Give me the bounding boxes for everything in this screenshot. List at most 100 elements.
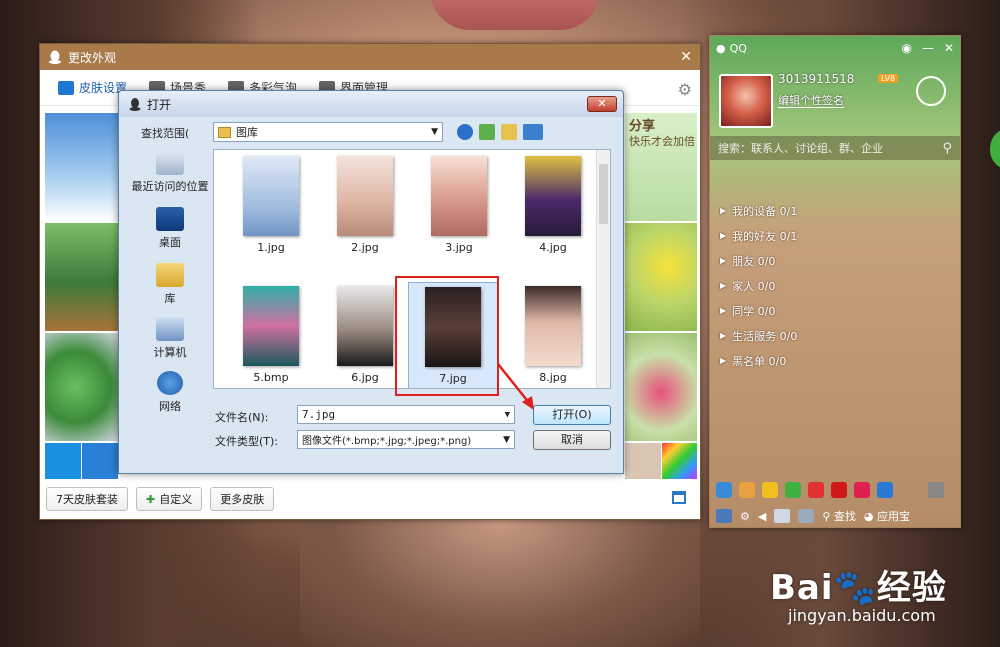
skin-icon[interactable]: ◉ [901,41,911,55]
more-skins-button[interactable]: 更多皮肤 [210,487,275,511]
signature[interactable]: 编辑个性签名 [778,92,844,108]
paw-icon: 🐾 [833,568,877,608]
dialog-title: 打开 [147,97,172,112]
window-mode-icon[interactable] [672,491,686,504]
weather-icon[interactable] [716,482,732,498]
open-file-dialog: 打开 ✕ 查找范围( 图库 ▼ 最近访问的位置 桌面 库 计算机 网络 1.jp… [118,90,624,474]
skin-color-rainbow[interactable] [662,443,697,479]
group-label: 我的设备 0/1 [732,204,798,218]
seven-day-skin-button[interactable]: 7天皮肤套装 [46,487,128,511]
qq-titlebar: ● QQ ◉ — ✕ [710,36,960,60]
scrollbar[interactable] [596,150,610,388]
close-button[interactable]: ✕ [587,96,617,112]
qq-penguin-icon: ● [716,41,726,55]
skin-color-blue-2[interactable] [82,443,118,479]
image-thumbnail [525,286,581,366]
up-folder-icon[interactable] [479,124,495,140]
places-bar: 最近访问的位置 桌面 库 计算机 网络 [127,149,213,461]
contact-group[interactable]: ▶ 我的好友 0/1 [710,223,960,248]
skin-thumbnail-flower-yellow[interactable] [625,223,697,331]
triangle-right-icon: ▶ [720,356,727,365]
app-store-button[interactable]: ◕ 应用宝 [864,508,910,524]
button-label: 更多皮肤 [220,493,265,506]
app-dock [716,482,944,498]
settings-icon[interactable]: ⚙ [740,510,750,523]
skin-thumbnail-flower-red[interactable] [625,333,697,441]
file-name: 8.jpg [539,371,567,384]
contact-group[interactable]: ▶ 同学 0/0 [710,298,960,323]
place-computer[interactable]: 计算机 [127,317,213,360]
jd-icon[interactable] [831,482,847,498]
search-icon[interactable]: ⚲ [942,141,952,156]
filename-input[interactable]: 7.jpg ▼ [297,405,515,424]
qq-title: QQ [729,41,747,55]
qq-penguin-icon [129,98,141,111]
look-in-dropdown[interactable]: 图库 ▼ [213,122,443,142]
folder-icon[interactable] [774,509,791,523]
contact-group[interactable]: ▶ 黑名单 0/0 [710,348,960,373]
new-folder-icon[interactable] [501,124,517,140]
contact-group[interactable]: ▶ 朋友 0/0 [710,248,960,273]
group-label: 我的好友 0/1 [732,229,798,243]
bottom-toolbar: ⚙ ◀ ⚲ 查找 ◕ 应用宝 [716,508,910,524]
skin-color-blue[interactable] [45,443,81,479]
folder-icon [218,126,231,138]
skin-color-beige[interactable] [625,443,661,479]
tab-skin-settings[interactable]: 皮肤设置 [58,79,127,96]
file-name: 3.jpg [445,241,473,254]
skin-thumbnail-sky[interactable] [45,113,121,221]
file-item[interactable]: 3.jpg [414,156,504,254]
skin-thumbnail-share[interactable]: 分享 快乐才会加倍 [625,113,697,221]
back-icon[interactable] [457,124,473,140]
gear-icon[interactable]: ⚙ [678,80,692,99]
view-menu-icon[interactable] [523,124,543,140]
contact-group[interactable]: ▶ 生活服务 0/0 [710,323,960,348]
lottery-icon[interactable] [854,482,870,498]
red-arrow-icon [497,363,534,410]
cancel-button[interactable]: 取消 [533,430,611,450]
triangle-right-icon: ▶ [720,281,727,290]
place-library[interactable]: 库 [127,263,213,306]
file-item[interactable]: 2.jpg [320,156,410,254]
skin-thumbnail-leaf[interactable] [45,333,121,441]
security-shield-icon[interactable] [877,482,893,498]
skin-thumbnail-park[interactable] [45,223,121,331]
close-icon[interactable]: ✕ [680,49,692,65]
find-button[interactable]: ⚲ 查找 [822,508,856,524]
avatar[interactable] [719,74,773,128]
open-button[interactable]: 打开(O) [533,405,611,425]
filetype-select[interactable]: 图像文件(*.bmp;*.jpg;*.jpeg;*.png) ▼ [297,430,515,449]
game-icon[interactable] [762,482,778,498]
place-label: 网络 [159,400,181,413]
group-label: 生活服务 0/0 [732,329,798,343]
contact-group[interactable]: ▶ 家人 0/0 [710,273,960,298]
group-label: 家人 0/0 [732,279,776,293]
window-title: 更改外观 [68,50,117,65]
file-item[interactable]: 5.bmp [226,286,316,384]
video-icon[interactable] [785,482,801,498]
custom-skin-button[interactable]: ✚ 自定义 [136,487,203,511]
group-label: 黑名单 0/0 [732,354,787,368]
close-icon[interactable]: ✕ [944,41,954,55]
qq-search-bar[interactable]: 搜索：联系人、讨论组、群、企业 ⚲ [710,136,960,160]
computer-icon [156,317,184,341]
grid-menu-icon[interactable] [928,482,944,498]
minimize-icon[interactable]: — [922,41,934,55]
stock-icon[interactable] [808,482,824,498]
window-controls: ◉ — ✕ [901,41,954,55]
place-desktop[interactable]: 桌面 [127,207,213,250]
open-dialog-titlebar: 打开 ✕ [119,91,623,117]
volume-icon[interactable]: ◀ [758,510,766,523]
place-recent[interactable]: 最近访问的位置 [127,151,213,194]
chevron-down-icon: ▼ [503,434,510,445]
weather-sun-icon[interactable] [916,76,946,106]
qzone-icon[interactable] [739,482,755,498]
scrollbar-thumb[interactable] [599,164,608,224]
image-thumbnail [243,156,299,236]
photo-icon[interactable] [798,509,815,523]
file-item[interactable]: 1.jpg [226,156,316,254]
file-item[interactable]: 4.jpg [508,156,598,254]
main-menu-icon[interactable] [716,509,732,523]
contact-group[interactable]: ▶ 我的设备 0/1 [710,198,960,223]
place-network[interactable]: 网络 [127,371,213,414]
